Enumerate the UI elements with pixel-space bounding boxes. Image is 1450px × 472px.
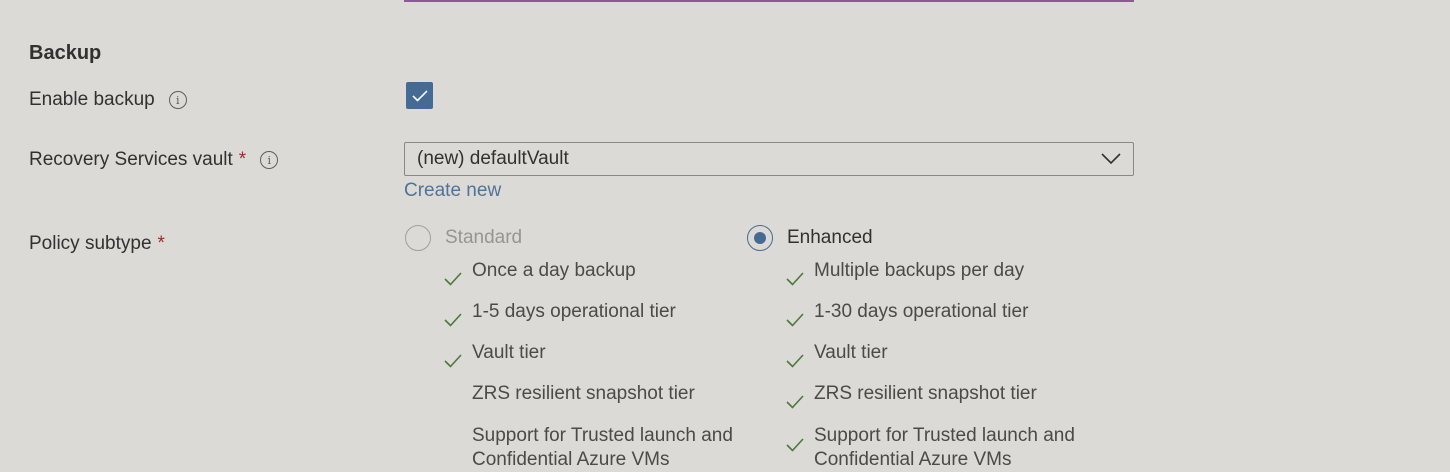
radio-button-enhanced[interactable]	[747, 225, 773, 251]
radio-label-enhanced: Enhanced	[787, 227, 873, 248]
feature-text: Multiple backups per day	[814, 260, 1025, 281]
policy-label: Policy subtype	[29, 233, 152, 254]
radio-option-standard[interactable]: Standard	[405, 225, 522, 251]
list-item: 1-5 days operational tier	[444, 301, 772, 342]
checkmark-icon	[786, 438, 804, 452]
feature-text: Once a day backup	[472, 260, 636, 281]
feature-text: ZRS resilient snapshot tier	[472, 383, 695, 404]
list-item: ZRS resilient snapshot tier	[786, 383, 1114, 424]
radio-label-standard: Standard	[445, 227, 523, 248]
checkmark-icon	[411, 89, 428, 102]
required-marker: *	[238, 149, 247, 170]
checkmark-icon	[444, 354, 462, 368]
checkmark-icon	[786, 313, 804, 327]
list-item: Support for Trusted launch and Confident…	[444, 424, 772, 470]
standard-feature-list: Once a day backup 1-5 days operational t…	[444, 260, 772, 470]
radio-selected-dot	[754, 232, 766, 244]
radio-button-standard[interactable]	[405, 225, 431, 251]
policy-label-row: Policy subtype *	[29, 233, 165, 255]
list-item: ZRS resilient snapshot tier	[444, 383, 772, 424]
feature-text: 1-30 days operational tier	[814, 301, 1029, 322]
feature-text: Vault tier	[472, 342, 546, 363]
enhanced-feature-list: Multiple backups per day 1-30 days opera…	[786, 260, 1114, 470]
enable-backup-checkbox[interactable]	[406, 82, 433, 109]
info-icon[interactable]: i	[168, 91, 187, 109]
checkmark-icon	[444, 313, 462, 327]
feature-text: ZRS resilient snapshot tier	[814, 383, 1037, 404]
vault-label-row: Recovery Services vault * i	[29, 149, 279, 171]
checkmark-icon	[444, 272, 462, 286]
checkmark-icon	[786, 395, 804, 409]
feature-text: Support for Trusted launch and Confident…	[472, 425, 733, 470]
list-item: Support for Trusted launch and Confident…	[786, 424, 1114, 470]
enable-backup-label: Enable backup	[29, 89, 155, 110]
vault-label: Recovery Services vault	[29, 149, 233, 170]
chevron-down-icon	[1101, 153, 1121, 165]
feature-text: Vault tier	[814, 342, 888, 363]
radio-option-enhanced[interactable]: Enhanced	[747, 225, 873, 251]
vault-dropdown[interactable]: (new) defaultVault	[404, 142, 1134, 176]
vault-dropdown-value: (new) defaultVault	[417, 148, 569, 169]
info-icon[interactable]: i	[260, 151, 279, 169]
checkmark-icon	[786, 354, 804, 368]
create-new-link[interactable]: Create new	[404, 180, 501, 202]
feature-text: 1-5 days operational tier	[472, 301, 676, 322]
section-title: Backup	[29, 42, 102, 64]
list-item: Once a day backup	[444, 260, 772, 301]
list-item: Multiple backups per day	[786, 260, 1114, 301]
feature-text: Support for Trusted launch and Confident…	[814, 425, 1075, 470]
required-marker: *	[157, 233, 165, 254]
list-item: Vault tier	[786, 342, 1114, 383]
list-item: Vault tier	[444, 342, 772, 383]
enable-backup-label-row: Enable backup i	[29, 89, 187, 111]
top-divider	[404, 0, 1134, 2]
list-item: 1-30 days operational tier	[786, 301, 1114, 342]
checkmark-icon	[786, 272, 804, 286]
